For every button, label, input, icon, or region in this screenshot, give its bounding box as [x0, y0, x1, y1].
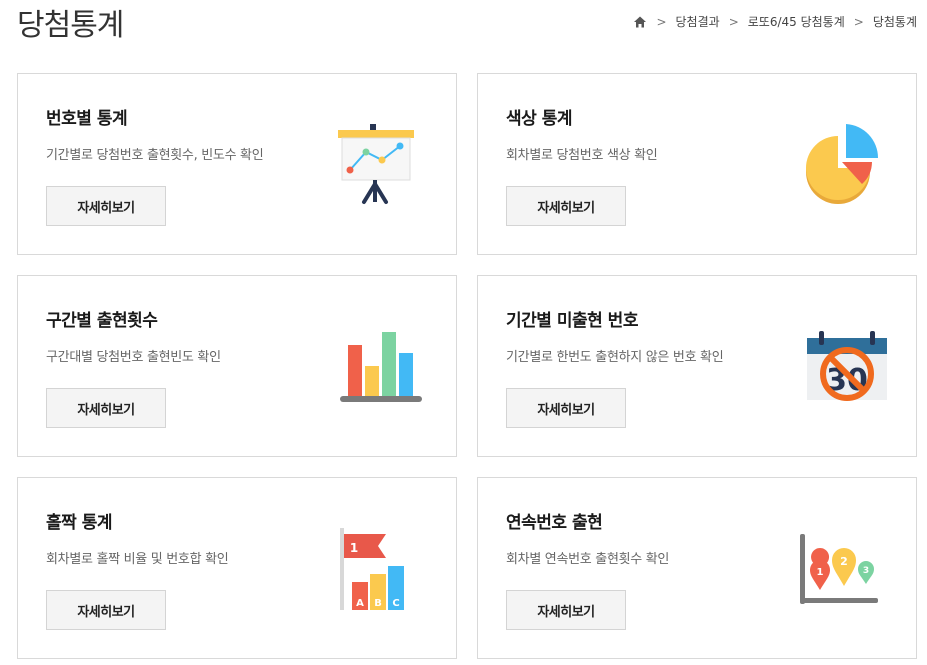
detail-button[interactable]: 자세히보기 [506, 388, 626, 428]
calendar-prohibited-icon: 30 [806, 328, 888, 406]
pin-number: 1 [817, 567, 824, 578]
card-title: 연속번호 출현 [506, 513, 603, 533]
pin-number: 2 [840, 555, 848, 568]
card-title: 기간별 미출현 번호 [506, 311, 638, 331]
detail-button[interactable]: 자세히보기 [506, 186, 626, 226]
card-title: 번호별 통계 [46, 109, 128, 129]
flag-number: 1 [350, 541, 358, 555]
card-description: 회차별로 홀짝 비율 및 번호합 확인 [46, 552, 229, 567]
stat-card-color: 색상 통계 회차별로 당첨번호 색상 확인 자세히보기 [477, 73, 917, 255]
card-description: 기간별로 한번도 출현하지 않은 번호 확인 [506, 350, 724, 365]
breadcrumb: > 당첨결과 > 로또6/45 당첨통계 > 당첨통계 [633, 13, 917, 30]
card-description: 회차별 연속번호 출현횟수 확인 [506, 552, 670, 567]
page-title: 당첨통계 [17, 8, 124, 43]
bar-letter: A [356, 598, 364, 609]
detail-button[interactable]: 자세히보기 [46, 590, 166, 630]
detail-button[interactable]: 자세히보기 [46, 186, 166, 226]
flag-bar-chart-icon: 1 A B C [338, 526, 414, 616]
bar-letter: C [392, 598, 399, 609]
card-title: 색상 통계 [506, 109, 572, 129]
home-icon[interactable] [633, 15, 647, 29]
detail-button[interactable]: 자세히보기 [46, 388, 166, 428]
stat-card-range: 구간별 출현횟수 구간대별 당첨번호 출현빈도 확인 자세히보기 [17, 275, 457, 457]
card-title: 구간별 출현횟수 [46, 311, 158, 331]
card-description: 기간별로 당첨번호 출현횟수, 빈도수 확인 [46, 148, 264, 163]
stat-card-unappeared: 기간별 미출현 번호 기간별로 한번도 출현하지 않은 번호 확인 자세히보기 … [477, 275, 917, 457]
stat-card-consecutive: 연속번호 출현 회차별 연속번호 출현횟수 확인 자세히보기 1 2 3 [477, 477, 917, 659]
bar-letter: B [374, 598, 382, 609]
breadcrumb-separator: > [656, 14, 667, 29]
bar-chart-icon [338, 328, 424, 408]
card-title: 홀짝 통계 [46, 513, 112, 533]
map-pins-chart-icon: 1 2 3 [796, 532, 880, 612]
breadcrumb-item-results[interactable]: 당첨결과 [676, 13, 720, 30]
card-description: 회차별로 당첨번호 색상 확인 [506, 148, 658, 163]
stat-card-by-number: 번호별 통계 기간별로 당첨번호 출현횟수, 빈도수 확인 자세히보기 [17, 73, 457, 255]
breadcrumb-item-lotto-stats[interactable]: 로또6/45 당첨통계 [748, 13, 845, 30]
pie-chart-icon [806, 122, 880, 210]
pin-number: 3 [863, 566, 869, 576]
breadcrumb-separator: > [853, 14, 864, 29]
detail-button[interactable]: 자세히보기 [506, 590, 626, 630]
card-description: 구간대별 당첨번호 출현빈도 확인 [46, 350, 221, 365]
breadcrumb-item-current[interactable]: 당첨통계 [873, 13, 917, 30]
presentation-board-icon [336, 122, 416, 212]
breadcrumb-separator: > [728, 14, 739, 29]
stat-card-odd-even: 홀짝 통계 회차별로 홀짝 비율 및 번호합 확인 자세히보기 1 A B C [17, 477, 457, 659]
